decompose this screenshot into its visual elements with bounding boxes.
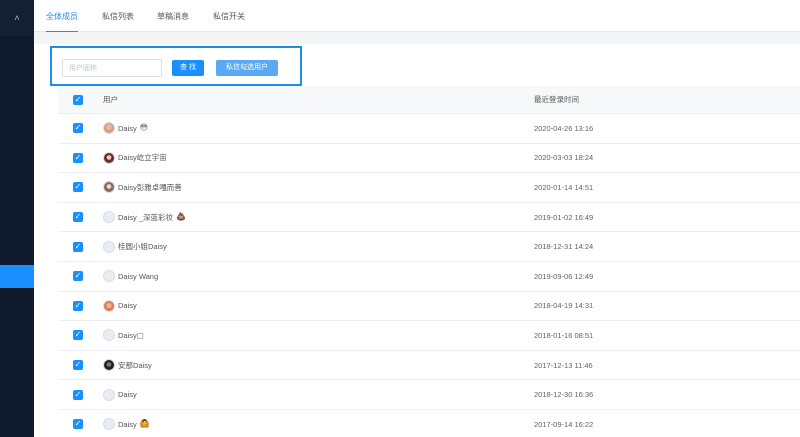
last-login-time: 2018-04-19 14:31 [534,301,594,311]
user-name: 安那Daisy [118,360,152,370]
last-login-time: 2018-12-30 16:36 [534,390,594,400]
row-checkbox[interactable]: ✓ [73,123,83,134]
avatar [103,388,115,401]
sidebar-active-item[interactable] [0,265,34,288]
user-name: Daisy [118,123,137,133]
tab-bar: 全体成员 私信列表 草稿消息 私信开关 [34,0,800,33]
avatar [103,181,115,194]
last-login-time: 2020-01-14 14:51 [534,182,594,192]
row-checkbox[interactable]: ✓ [73,360,83,371]
table-row[interactable]: ✓ Daisy _深蓝彩妆 💩 2019-01-02 16:49 [58,202,800,233]
column-header-last-login: 最近登录时间 [534,95,579,104]
table-row[interactable]: ✓ Daisy▢ 2018-01-16 08:51 [58,321,800,351]
table-row[interactable]: ✓ Daisy 🙆 2017-09-14 16:22 [58,409,800,437]
last-login-time: 2019-09-06 12:49 [534,271,594,281]
table-row[interactable]: ✓ Daisy彭雅卓嘎而善 2020-01-14 14:51 [58,173,800,203]
row-checkbox[interactable]: ✓ [73,241,83,252]
table-row[interactable]: ✓ Daisy屹立宇宙 2020-03-03 18:24 [58,143,800,174]
table-row[interactable]: ✓ Daisy Wang 2019-09-06 12:49 [58,261,800,292]
tab-message-switch[interactable]: 私信开关 [213,0,245,32]
table-row[interactable]: ✓ 安那Daisy 2017-12-13 11:46 [58,350,800,381]
last-login-time: 2017-09-14 16:22 [534,419,594,429]
avatar [103,122,115,135]
avatar [103,329,115,342]
last-login-time: 2020-04-26 13:16 [534,123,594,133]
row-checkbox[interactable]: ✓ [73,419,83,430]
last-login-time: 2019-01-02 16:49 [534,212,594,222]
table-row[interactable]: ✓ Daisy 2018-04-19 14:31 [58,291,800,322]
member-table: ✓ 用户 最近登录时间 ✓ Daisy 😳 2020-04-26 13:16 ✓ Dais… [58,86,800,437]
tab-draft-messages[interactable]: 草稿消息 [157,0,189,32]
table-row[interactable]: ✓ Daisy 2018-12-30 16:36 [58,380,800,410]
sidebar: ˄ [0,0,34,437]
table-header: ✓ 用户 最近登录时间 [58,86,800,114]
user-name: Daisy _深蓝彩妆 [118,212,174,222]
message-selected-users-button[interactable]: 私信勾选用户 [216,60,278,76]
row-checkbox[interactable]: ✓ [73,330,83,341]
name-emoji: 💩 [176,212,186,222]
user-name: Daisy▢ [118,330,144,340]
last-login-time: 2018-01-16 08:51 [534,330,594,340]
last-login-time: 2018-12-31 14:24 [534,242,594,252]
toolbar-band [34,32,800,44]
row-checkbox[interactable]: ✓ [73,152,83,163]
nickname-search-input[interactable] [62,59,162,77]
row-checkbox[interactable]: ✓ [73,271,83,282]
avatar [103,270,115,283]
avatar [103,151,115,164]
collapse-chevron-icon[interactable]: ˄ [0,0,34,36]
avatar [103,418,115,431]
user-name: Daisy [118,419,137,429]
row-checkbox[interactable]: ✓ [73,182,83,193]
table-body: ✓ Daisy 😳 2020-04-26 13:16 ✓ Daisy屹立宇宙 2020-03… [58,114,800,437]
main-panel: 全体成员 私信列表 草稿消息 私信开关 查 找 私信勾选用户 ✓ 用户 最近登录… [34,0,800,437]
user-name: 桂圆小姐Daisy [118,242,167,252]
tab-message-list[interactable]: 私信列表 [102,0,134,32]
user-name: Daisy屹立宇宙 [118,153,167,163]
row-checkbox[interactable]: ✓ [73,389,83,400]
column-header-user: 用户 [103,95,118,104]
row-checkbox[interactable]: ✓ [73,212,83,223]
tab-all-members[interactable]: 全体成员 [46,0,78,33]
last-login-time: 2017-12-13 11:46 [534,360,593,370]
search-toolbar: 查 找 私信勾选用户 [50,46,302,86]
name-emoji: 😳 [139,123,149,133]
search-button[interactable]: 查 找 [172,60,204,76]
avatar [103,211,115,224]
user-name: Daisy [118,301,137,311]
avatar [103,359,115,372]
name-emoji: 🙆 [139,419,150,429]
table-row[interactable]: ✓ Daisy 😳 2020-04-26 13:16 [58,114,800,144]
select-all-checkbox[interactable]: ✓ [73,94,83,105]
user-name: Daisy [118,390,137,400]
row-checkbox[interactable]: ✓ [73,300,83,311]
user-name: Daisy Wang [118,271,159,281]
last-login-time: 2020-03-03 18:24 [534,153,594,163]
user-name: Daisy彭雅卓嘎而善 [118,182,182,192]
avatar [103,299,115,312]
table-row[interactable]: ✓ 桂圆小姐Daisy 2018-12-31 14:24 [58,232,800,262]
avatar [103,240,115,253]
